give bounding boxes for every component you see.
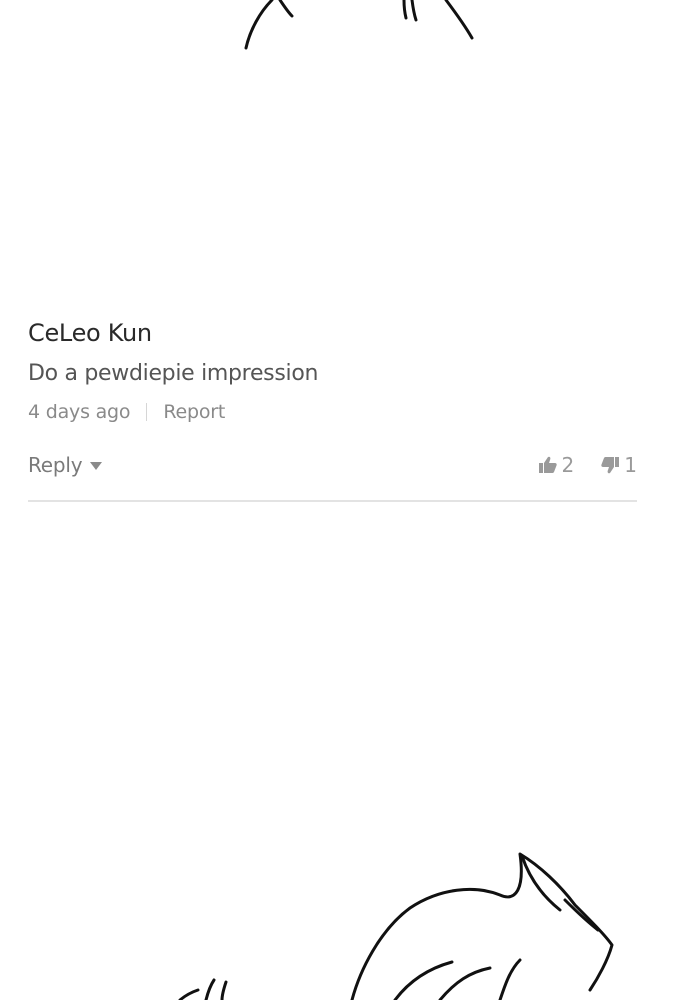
reply-label: Reply [28,453,83,477]
caret-down-icon [90,462,103,470]
reply-button[interactable]: Reply [28,453,103,477]
upvote-button[interactable]: 2 [538,453,575,477]
comic-sketch-bottom [178,852,614,1000]
comment-meta: 4 days ago Report [28,398,637,426]
comment-actions: Reply 2 1 [28,448,637,482]
report-link[interactable]: Report [163,398,225,426]
vote-controls: 2 1 [538,453,637,477]
thumbs-up-icon [538,456,557,473]
comic-sketch-top [244,0,474,50]
comment-author[interactable]: CeLeo Kun [28,316,637,350]
upvote-count: 2 [561,453,575,477]
meta-separator [146,403,148,421]
thumbs-down-icon [601,457,620,474]
comment: CeLeo Kun Do a pewdiepie impression 4 da… [28,316,637,502]
comment-divider [28,500,637,502]
downvote-count: 1 [624,453,637,477]
comment-timestamp[interactable]: 4 days ago [28,398,131,426]
downvote-button[interactable]: 1 [600,453,637,477]
comment-text: Do a pewdiepie impression [28,361,319,386]
